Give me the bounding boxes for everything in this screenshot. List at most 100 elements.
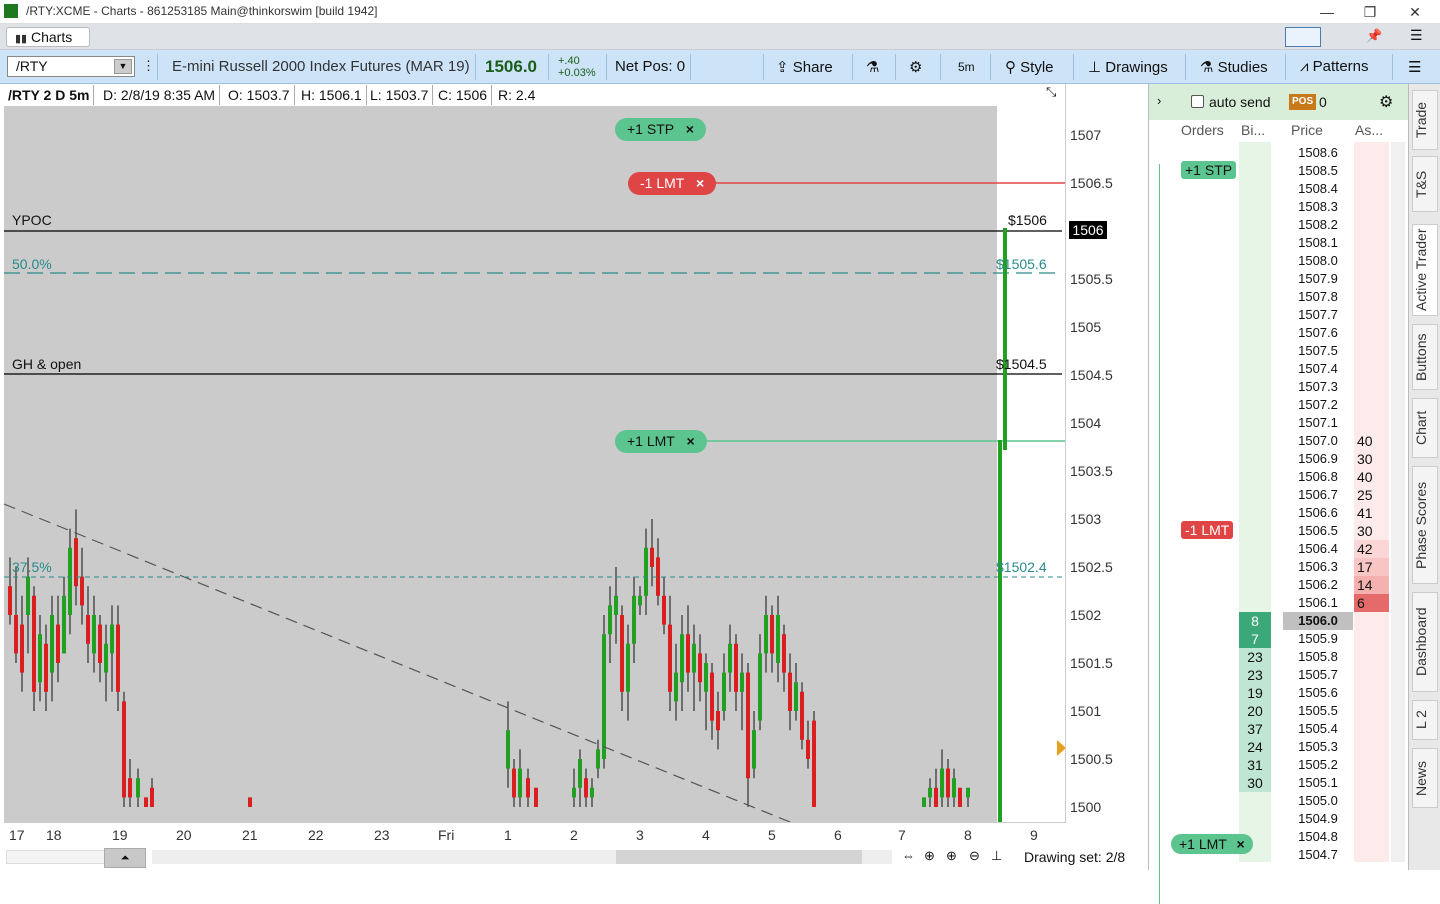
dom-row[interactable]: 1505.7 23 xyxy=(1179,666,1389,684)
dom-price[interactable]: 1507.5 xyxy=(1283,342,1353,360)
dom-row[interactable]: 1507.3 xyxy=(1179,378,1389,396)
side-tab[interactable]: Trade xyxy=(1412,90,1438,150)
dom-ask-size[interactable]: 30 xyxy=(1354,450,1389,468)
dom-row[interactable]: 1508.0 xyxy=(1179,252,1389,270)
chart-order-lmt-sell[interactable]: -1 LMT × xyxy=(628,172,717,195)
side-tab[interactable]: Chart xyxy=(1412,398,1438,458)
dom-row[interactable]: 1507.1 xyxy=(1179,414,1389,432)
dom-price[interactable]: 1505.7 xyxy=(1283,666,1353,684)
dom-price[interactable]: 1505.1 xyxy=(1283,774,1353,792)
side-tab[interactable]: Dashboard xyxy=(1412,592,1438,692)
dom-bid-size[interactable]: 19 xyxy=(1239,684,1271,702)
dom-row[interactable]: 1507.0 40 xyxy=(1179,432,1389,450)
dom-ask-size[interactable]: 14 xyxy=(1354,576,1389,594)
dom-ask-size[interactable]: 25 xyxy=(1354,486,1389,504)
col-bid[interactable]: Bi... xyxy=(1241,122,1265,138)
dom-price[interactable]: 1506.7 xyxy=(1283,486,1353,504)
dom-bid-size[interactable]: 23 xyxy=(1239,648,1271,666)
dom-price[interactable]: 1504.9 xyxy=(1283,810,1353,828)
dom-price[interactable]: 1505.4 xyxy=(1283,720,1353,738)
dom-scrollbar[interactable] xyxy=(1391,142,1405,862)
dom-price[interactable]: 1508.0 xyxy=(1283,252,1353,270)
dom-row[interactable]: 1506.3 17 xyxy=(1179,558,1389,576)
dom-price[interactable]: 1508.6 xyxy=(1283,144,1353,162)
chart-order-lmt-buy[interactable]: +1 LMT × xyxy=(615,430,707,453)
dom-bid-size[interactable]: 20 xyxy=(1239,702,1271,720)
dom-order-lmt-buy[interactable]: +1 LMT × xyxy=(1171,834,1253,854)
dom-price[interactable]: 1507.6 xyxy=(1283,324,1353,342)
dom-row[interactable]: 1507.5 xyxy=(1179,342,1389,360)
dom-price[interactable]: 1505.2 xyxy=(1283,756,1353,774)
close-icon[interactable]: × xyxy=(687,433,695,449)
dom-price[interactable]: 1508.1 xyxy=(1283,234,1353,252)
dom-price[interactable]: 1508.3 xyxy=(1283,198,1353,216)
dom-row[interactable]: 1507.2 xyxy=(1179,396,1389,414)
dom-price[interactable]: 1505.3 xyxy=(1283,738,1353,756)
auto-send-checkbox[interactable] xyxy=(1191,95,1204,108)
dom-price[interactable]: 1506.0 xyxy=(1283,612,1353,630)
restore-button[interactable]: ❐ xyxy=(1355,2,1385,22)
dom-ask-size[interactable]: 40 xyxy=(1354,468,1389,486)
col-ask[interactable]: As... xyxy=(1355,122,1383,138)
dom-row[interactable]: 1506.6 41 xyxy=(1179,504,1389,522)
dom-order-lmt-sell[interactable]: -1 LMT xyxy=(1181,521,1234,539)
dom-row[interactable]: 1505.1 30 xyxy=(1179,774,1389,792)
dom-bid-size[interactable]: 24 xyxy=(1239,738,1271,756)
dom-ask-size[interactable]: 6 xyxy=(1354,594,1389,612)
dom-price[interactable]: 1507.4 xyxy=(1283,360,1353,378)
close-icon[interactable]: × xyxy=(686,121,694,137)
side-tab[interactable]: News xyxy=(1412,748,1438,808)
dom-row[interactable]: 1508.3 xyxy=(1179,198,1389,216)
minimize-button[interactable]: — xyxy=(1312,2,1342,22)
dom-order-stp[interactable]: +1 STP xyxy=(1181,161,1237,179)
dom-row[interactable]: 1505.4 37 xyxy=(1179,720,1389,738)
dom-price[interactable]: 1505.0 xyxy=(1283,792,1353,810)
dom-row[interactable]: 1508.1 xyxy=(1179,234,1389,252)
zoom-out-icon[interactable]: ⊖ xyxy=(969,848,980,864)
dom-price[interactable]: 1506.3 xyxy=(1283,558,1353,576)
dom-price[interactable]: 1506.2 xyxy=(1283,576,1353,594)
menu-icon[interactable]: ☰ xyxy=(1410,27,1423,44)
dom-row[interactable]: 1506.7 25 xyxy=(1179,486,1389,504)
close-button[interactable]: ✕ xyxy=(1400,2,1430,22)
dom-row[interactable]: 1505.5 20 xyxy=(1179,702,1389,720)
side-tab[interactable]: Active Trader xyxy=(1412,224,1438,316)
drawing-tool-icon[interactable]: ⊥ xyxy=(991,848,1002,864)
dom-price[interactable]: 1508.2 xyxy=(1283,216,1353,234)
crosshair-icon[interactable]: ⊕ xyxy=(924,848,935,864)
dom-row[interactable]: 1504.9 xyxy=(1179,810,1389,828)
dom-row[interactable]: 1505.2 31 xyxy=(1179,756,1389,774)
dom-ask-size[interactable]: 40 xyxy=(1354,432,1389,450)
dom-row[interactable]: 1508.4 xyxy=(1179,180,1389,198)
dom-row[interactable]: 1506.8 40 xyxy=(1179,468,1389,486)
dom-row[interactable]: 1505.8 23 xyxy=(1179,648,1389,666)
dom-row[interactable]: 1505.6 19 xyxy=(1179,684,1389,702)
dom-price[interactable]: 1506.6 xyxy=(1283,504,1353,522)
dom-price[interactable]: 1505.5 xyxy=(1283,702,1353,720)
dom-row[interactable]: 1507.8 xyxy=(1179,288,1389,306)
dom-price[interactable]: 1507.0 xyxy=(1283,432,1353,450)
close-icon[interactable]: × xyxy=(696,175,704,191)
dom-price[interactable]: 1505.8 xyxy=(1283,648,1353,666)
dom-bid-size[interactable]: 30 xyxy=(1239,774,1271,792)
chart-order-stp[interactable]: +1 STP × xyxy=(615,118,706,141)
zoom-in-icon[interactable]: ⊕ xyxy=(946,848,957,864)
dom-bid-size[interactable]: 7 xyxy=(1239,630,1271,648)
drawing-set-label[interactable]: Drawing set: 2/8 xyxy=(1024,849,1125,865)
gear-icon[interactable]: ⚙ xyxy=(1379,92,1393,112)
dom-row[interactable]: 1506.2 14 xyxy=(1179,576,1389,594)
side-tab[interactable]: Phase Scores xyxy=(1412,466,1438,584)
dom-price[interactable]: 1504.7 xyxy=(1283,846,1353,864)
dom-price[interactable]: 1508.5 xyxy=(1283,162,1353,180)
dom-row[interactable]: 1507.4 xyxy=(1179,360,1389,378)
col-price[interactable]: Price xyxy=(1291,122,1323,138)
dom-price[interactable]: 1507.8 xyxy=(1283,288,1353,306)
close-icon[interactable]: × xyxy=(1237,836,1245,852)
studies-button[interactable]: ⚗ Studies xyxy=(1200,58,1268,76)
dom-price[interactable]: 1507.9 xyxy=(1283,270,1353,288)
dom-ask-size[interactable]: 17 xyxy=(1354,558,1389,576)
dom-price[interactable]: 1505.9 xyxy=(1283,630,1353,648)
dom-row[interactable]: 1506.4 42 xyxy=(1179,540,1389,558)
dom-price[interactable]: 1507.2 xyxy=(1283,396,1353,414)
dom-price[interactable]: 1507.1 xyxy=(1283,414,1353,432)
